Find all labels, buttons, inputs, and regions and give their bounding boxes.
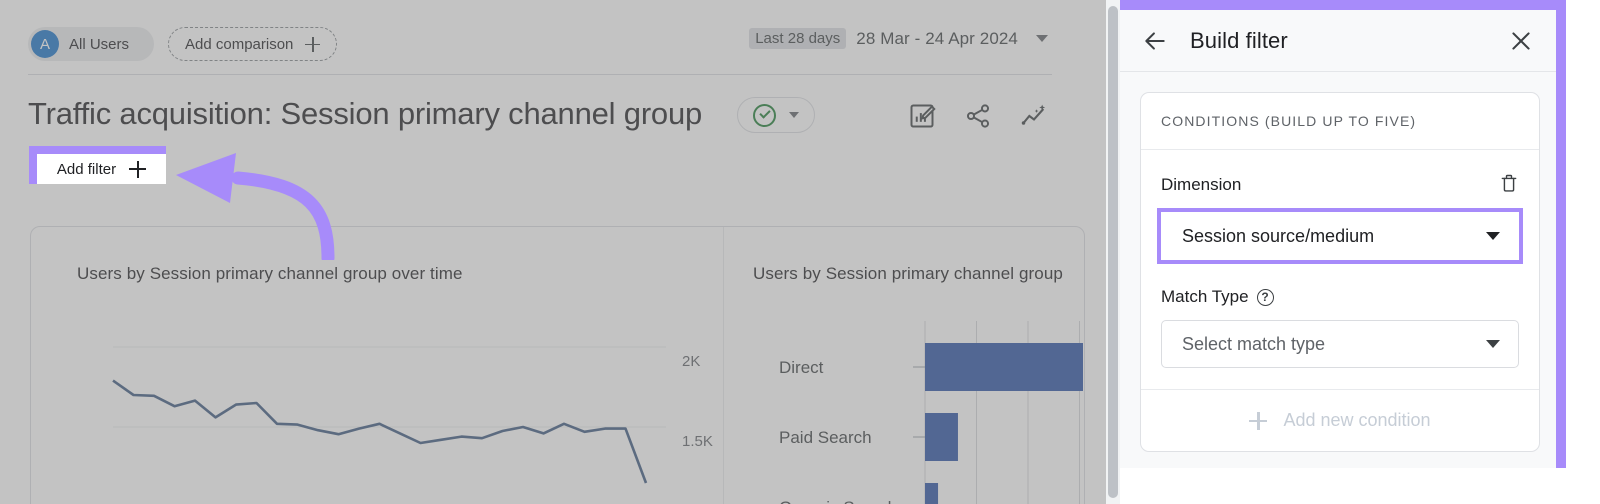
report-cards-container: Users by Session primary channel group o… xyxy=(30,226,1085,504)
report-header-actions xyxy=(908,96,1048,136)
build-filter-header: Build filter xyxy=(1120,10,1556,72)
add-comparison-chip[interactable]: Add comparison xyxy=(168,27,337,61)
dimension-label: Dimension xyxy=(1161,175,1241,195)
chevron-down-icon xyxy=(789,112,799,118)
divider xyxy=(28,74,1052,75)
conditions-body: Dimension Session source/medium xyxy=(1141,150,1539,368)
add-filter-highlight: Add filter xyxy=(29,146,166,184)
bar-chart-title: Users by Session primary channel group xyxy=(753,263,1083,286)
dimension-label-row: Dimension xyxy=(1161,172,1519,198)
dimension-select-highlight: Session source/medium xyxy=(1157,208,1523,264)
report-title-row: Traffic acquisition: Session primary cha… xyxy=(28,96,1088,144)
audience-chip-label: All Users xyxy=(69,36,129,53)
svg-text:2K: 2K xyxy=(682,353,700,370)
share-icon[interactable] xyxy=(964,102,992,130)
build-filter-panel: Build filter CONDITIONS (BUILD UP TO FIV… xyxy=(1120,10,1556,468)
edit-chart-icon[interactable] xyxy=(908,102,936,130)
page-background xyxy=(1566,0,1600,504)
match-type-label-row: Match Type ? xyxy=(1161,284,1519,310)
audience-chip-all-users[interactable]: A All Users xyxy=(28,27,154,61)
bar-chart: Direct Paid Search Organic Search xyxy=(743,307,1083,504)
add-comparison-label: Add comparison xyxy=(185,36,293,53)
conditions-card: CONDITIONS (BUILD UP TO FIVE) Dimension xyxy=(1140,92,1540,452)
ga-report-background: A All Users Add comparison Last 28 days … xyxy=(0,0,1120,504)
insights-icon[interactable] xyxy=(1020,102,1048,130)
check-circle-icon xyxy=(753,104,776,127)
dimension-select[interactable]: Session source/medium xyxy=(1161,212,1519,260)
conditions-header: CONDITIONS (BUILD UP TO FIVE) xyxy=(1141,93,1539,150)
match-type-label: Match Type ? xyxy=(1161,287,1274,307)
svg-text:Direct: Direct xyxy=(779,358,824,377)
date-range-preset: Last 28 days xyxy=(749,28,846,49)
chevron-down-icon xyxy=(1486,232,1500,240)
svg-text:1.5K: 1.5K xyxy=(682,433,713,450)
match-type-label-text: Match Type xyxy=(1161,287,1249,307)
page-background xyxy=(1120,468,1600,504)
page-title: Traffic acquisition: Session primary cha… xyxy=(28,96,702,132)
add-new-condition-label: Add new condition xyxy=(1283,410,1430,431)
report-chip-bar: A All Users Add comparison Last 28 days … xyxy=(0,0,1120,74)
build-filter-title: Build filter xyxy=(1190,28,1504,54)
report-scrollbar-thumb[interactable] xyxy=(1108,6,1118,498)
add-new-condition-button[interactable]: Add new condition xyxy=(1141,389,1539,451)
svg-text:Organic Search: Organic Search xyxy=(779,498,897,504)
chevron-down-icon xyxy=(1486,340,1500,348)
add-filter-label: Add filter xyxy=(57,161,116,178)
add-filter-button[interactable]: Add filter xyxy=(37,154,166,184)
dimension-select-value: Session source/medium xyxy=(1182,226,1374,247)
help-circle-icon[interactable]: ? xyxy=(1257,289,1274,306)
line-chart-title: Users by Session primary channel group o… xyxy=(77,263,637,286)
status-badge[interactable] xyxy=(737,97,815,133)
avatar: A xyxy=(31,30,59,58)
line-chart: 2K 1.5K xyxy=(71,307,721,504)
divider xyxy=(723,227,724,504)
svg-text:Paid Search: Paid Search xyxy=(779,428,872,447)
plus-icon xyxy=(305,37,320,52)
arrow-left-icon[interactable] xyxy=(1138,24,1172,58)
build-filter-panel-highlight: Build filter CONDITIONS (BUILD UP TO FIV… xyxy=(1120,0,1566,468)
plus-icon xyxy=(1249,412,1267,430)
date-range-value: 28 Mar - 24 Apr 2024 xyxy=(856,29,1018,49)
match-type-placeholder: Select match type xyxy=(1182,334,1325,355)
chevron-down-icon xyxy=(1036,35,1048,42)
trash-icon[interactable] xyxy=(1499,172,1519,199)
close-icon[interactable] xyxy=(1504,24,1538,58)
date-range-selector[interactable]: Last 28 days 28 Mar - 24 Apr 2024 xyxy=(749,28,1048,49)
plus-icon xyxy=(129,161,146,178)
match-type-select[interactable]: Select match type xyxy=(1161,320,1519,368)
